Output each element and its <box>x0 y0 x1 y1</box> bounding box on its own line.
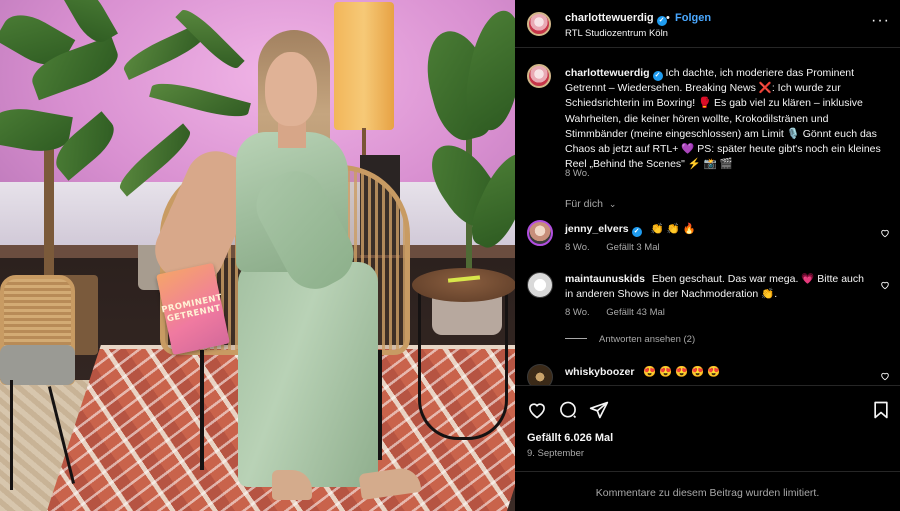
verified-badge-icon: ✓ <box>631 227 642 237</box>
follow-button[interactable]: Folgen <box>675 12 711 24</box>
likes-count[interactable]: Gefällt 6.026 Mal <box>527 432 613 444</box>
caption-text: Ich dachte, ich moderiere das Prominent … <box>565 67 881 171</box>
location-link[interactable]: RTL Studiozentrum Köln <box>565 28 668 39</box>
commenter-username[interactable]: jenny_elvers <box>565 223 629 235</box>
author-avatar[interactable] <box>527 12 551 36</box>
separator-dot: • <box>666 12 670 24</box>
comment-age[interactable]: 8 Wo. <box>565 307 590 318</box>
comment-sort-dropdown[interactable]: Für dich ⌄ <box>565 198 616 210</box>
post-header: charlottewuerdig ✓ • Folgen RTL Studiozen… <box>515 0 900 48</box>
comment-text: 😍 😍 😍 😍 😍 <box>643 366 721 378</box>
comment-text: 👏 👏 🔥 <box>650 223 696 235</box>
post-photo[interactable]: PROMINENT GETRENNT <box>0 0 515 511</box>
more-horizontal-icon[interactable]: ··· <box>871 12 890 30</box>
side-table <box>412 268 515 302</box>
post-details-panel: charlottewuerdig ✓ • Folgen RTL Studiozen… <box>515 0 900 511</box>
comment-icon[interactable] <box>558 400 578 420</box>
caption-meta: 8 Wo. <box>565 168 604 179</box>
heart-icon[interactable] <box>880 228 890 238</box>
face <box>265 52 317 126</box>
commenter-username[interactable]: whiskyboozer <box>565 366 634 378</box>
comment-likes[interactable]: Gefällt 3 Mal <box>606 242 659 253</box>
bookmark-icon[interactable] <box>871 400 891 420</box>
floor-lamp <box>334 2 394 130</box>
verified-badge-icon: ✓ <box>652 71 663 81</box>
commenter-avatar[interactable] <box>527 220 553 246</box>
heart-icon[interactable] <box>880 280 890 290</box>
comment-likes[interactable]: Gefällt 43 Mal <box>606 307 665 318</box>
green-jumpsuit-legs <box>238 262 378 487</box>
commenter-avatar[interactable] <box>527 272 553 298</box>
rattan-chair-left <box>0 275 75 385</box>
heart-icon[interactable] <box>527 400 547 420</box>
chevron-down-icon: ⌄ <box>608 199 617 209</box>
view-replies-button[interactable]: Antworten ansehen (2) <box>565 334 695 345</box>
caption-avatar[interactable] <box>527 64 551 88</box>
heart-icon[interactable] <box>880 371 890 381</box>
caption-age[interactable]: 8 Wo. <box>565 168 590 179</box>
comments-limited-notice: Kommentare zu diesem Beitrag wurden limi… <box>515 471 900 511</box>
author-username[interactable]: charlottewuerdig ✓ <box>565 12 667 26</box>
comment-age[interactable]: 8 Wo. <box>565 242 590 253</box>
commenter-username[interactable]: maintaunuskids <box>565 273 645 285</box>
caption-username[interactable]: charlottewuerdig <box>565 67 650 79</box>
post-caption: charlottewuerdig ✓ Ich dachte, ich moderi… <box>565 66 885 172</box>
send-icon[interactable] <box>589 400 609 420</box>
post-date[interactable]: 9. September <box>527 448 584 459</box>
